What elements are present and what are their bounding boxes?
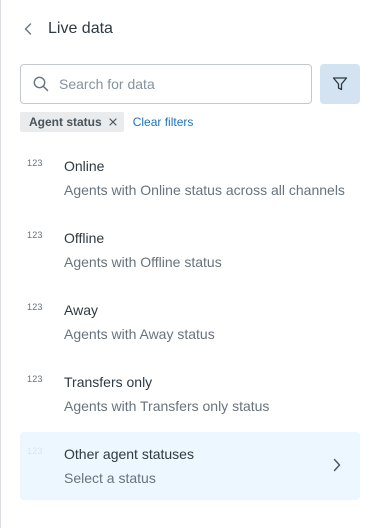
list-item-transfers-only[interactable]: 123 Transfers only Agents with Transfers…: [20, 360, 360, 432]
panel-border: [0, 0, 1, 528]
item-description: Agents with Online status across all cha…: [64, 182, 345, 198]
numeric-type-icon: 123: [27, 158, 43, 168]
filter-chip: Agent status: [20, 112, 124, 132]
numeric-type-icon: 123: [27, 374, 43, 384]
list-item-other-agent-statuses[interactable]: 123 Other agent statuses Select a status: [20, 432, 360, 500]
item-title: Transfers only: [64, 374, 153, 390]
item-title: Other agent statuses: [64, 446, 194, 462]
remove-filter-button[interactable]: [108, 117, 118, 127]
search-row: [20, 64, 360, 104]
active-filters: Agent status Clear filters: [20, 112, 193, 132]
search-input[interactable]: [57, 75, 301, 93]
search-box[interactable]: [20, 64, 312, 104]
filter-chip-label: Agent status: [29, 115, 102, 129]
page-title: Live data: [48, 20, 113, 37]
close-icon: [109, 118, 117, 126]
chevron-right-icon: [332, 458, 342, 472]
list-item-offline[interactable]: 123 Offline Agents with Offline status: [20, 216, 360, 288]
back-button[interactable]: [20, 21, 36, 37]
item-description: Agents with Away status: [64, 326, 215, 342]
item-description: Agents with Offline status: [64, 254, 222, 270]
item-description: Select a status: [64, 470, 156, 486]
chevron-left-icon: [24, 23, 32, 35]
numeric-type-icon: 123: [27, 446, 43, 456]
item-description: Agents with Transfers only status: [64, 398, 270, 414]
search-icon: [33, 76, 49, 92]
numeric-type-icon: 123: [27, 302, 43, 312]
item-title: Away: [64, 302, 98, 318]
filter-icon: [332, 77, 348, 91]
filter-button[interactable]: [320, 64, 360, 104]
item-title: Online: [64, 158, 105, 174]
numeric-type-icon: 123: [27, 230, 43, 240]
item-title: Offline: [64, 230, 105, 246]
list-item-online[interactable]: 123 Online Agents with Online status acr…: [20, 144, 360, 216]
list-item-away[interactable]: 123 Away Agents with Away status: [20, 288, 360, 360]
clear-filters-link[interactable]: Clear filters: [133, 115, 194, 129]
data-list: 123 Online Agents with Online status acr…: [20, 144, 360, 500]
panel-header: Live data: [20, 16, 113, 42]
